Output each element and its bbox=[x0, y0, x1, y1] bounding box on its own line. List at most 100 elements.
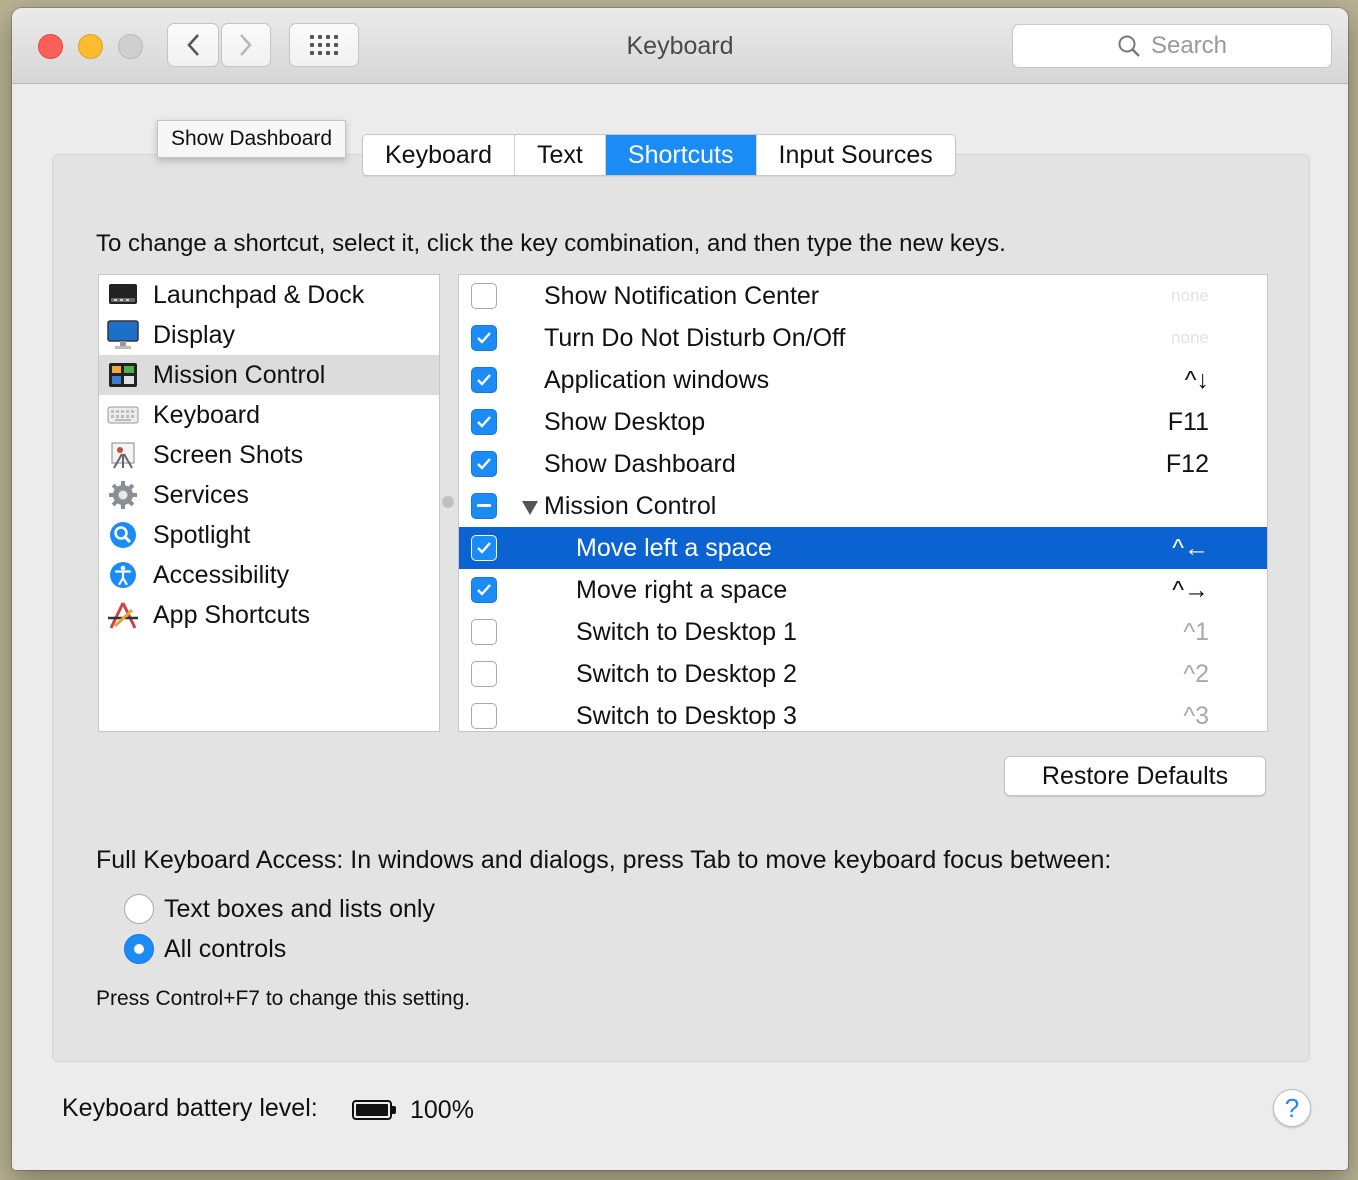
shortcut-category-list: Launchpad & Dock Display Mission Control… bbox=[98, 274, 440, 732]
battery-level-label: Keyboard battery level: bbox=[62, 1094, 318, 1122]
shortcut-key[interactable]: ^→ bbox=[1172, 576, 1209, 605]
category-launchpad-dock[interactable]: Launchpad & Dock bbox=[99, 275, 439, 315]
tab-keyboard[interactable]: Keyboard bbox=[363, 135, 516, 175]
search-field[interactable]: Search bbox=[1012, 24, 1332, 68]
shortcut-checkbox[interactable] bbox=[471, 367, 497, 393]
checkmark-icon bbox=[477, 374, 491, 386]
services-gear-icon bbox=[107, 479, 139, 511]
shortcut-label: Move left a space bbox=[576, 533, 772, 562]
shortcut-checkbox[interactable] bbox=[471, 283, 497, 309]
category-label: Screen Shots bbox=[153, 440, 304, 469]
shortcut-row-selected[interactable]: Move left a space ^← bbox=[459, 527, 1267, 569]
shortcut-key[interactable]: F12 bbox=[1166, 450, 1209, 479]
shortcut-checkbox[interactable] bbox=[471, 535, 497, 561]
category-label: Launchpad & Dock bbox=[153, 280, 365, 309]
shortcut-group-row[interactable]: Mission Control bbox=[459, 485, 1267, 527]
category-spotlight[interactable]: Spotlight bbox=[99, 515, 439, 555]
shortcut-row[interactable]: Switch to Desktop 3 ^3 bbox=[459, 695, 1267, 731]
help-button[interactable]: ? bbox=[1273, 1089, 1311, 1127]
category-label: Spotlight bbox=[153, 520, 251, 549]
tab-shortcuts[interactable]: Shortcuts bbox=[605, 135, 757, 175]
shortcut-label: Move right a space bbox=[576, 575, 788, 604]
checkmark-icon bbox=[477, 542, 491, 554]
shortcut-row[interactable]: Turn Do Not Disturb On/Off none bbox=[459, 317, 1267, 359]
category-label: Services bbox=[153, 480, 249, 509]
category-label: Display bbox=[153, 320, 235, 349]
battery-terminal bbox=[392, 1106, 396, 1114]
battery-icon bbox=[352, 1100, 392, 1120]
shortcut-label: Show Notification Center bbox=[544, 281, 820, 310]
restore-defaults-button[interactable]: Restore Defaults bbox=[1004, 756, 1266, 796]
shortcut-label: Switch to Desktop 1 bbox=[576, 617, 797, 646]
instruction-text: To change a shortcut, select it, click t… bbox=[96, 230, 1006, 257]
radio-label: Text boxes and lists only bbox=[164, 894, 435, 923]
accessibility-icon bbox=[107, 559, 139, 591]
full-keyboard-access-note: Press Control+F7 to change this setting. bbox=[96, 987, 471, 1010]
spotlight-icon bbox=[107, 519, 139, 551]
shortcut-key[interactable]: none bbox=[1171, 286, 1209, 306]
search-placeholder: Search bbox=[1150, 32, 1228, 59]
shortcut-checkbox[interactable] bbox=[471, 703, 497, 729]
keyboard-preferences-window: Keyboard Search Show Dashboard Keyboard … bbox=[12, 8, 1348, 1170]
mission-control-icon bbox=[107, 359, 139, 391]
shortcut-checkbox[interactable] bbox=[471, 451, 497, 477]
shortcut-label: Application windows bbox=[544, 365, 770, 394]
checkmark-icon bbox=[477, 584, 491, 596]
shortcut-row[interactable]: Show Desktop F11 bbox=[459, 401, 1267, 443]
category-label: Keyboard bbox=[153, 400, 261, 429]
category-label: Accessibility bbox=[153, 560, 290, 589]
split-view-divider[interactable] bbox=[442, 496, 454, 508]
category-accessibility[interactable]: Accessibility bbox=[99, 555, 439, 595]
shortcut-key[interactable]: ^1 bbox=[1183, 618, 1209, 647]
radio-all-controls[interactable]: All controls bbox=[124, 934, 286, 964]
shortcut-row[interactable]: Switch to Desktop 2 ^2 bbox=[459, 653, 1267, 695]
radio-button[interactable] bbox=[124, 894, 154, 924]
shortcut-key[interactable]: F11 bbox=[1168, 408, 1209, 437]
shortcut-checkbox[interactable] bbox=[471, 619, 497, 645]
shortcut-label: Switch to Desktop 2 bbox=[576, 659, 797, 688]
category-services[interactable]: Services bbox=[99, 475, 439, 515]
tab-input-sources[interactable]: Input Sources bbox=[756, 135, 955, 175]
shortcut-key[interactable]: none bbox=[1171, 328, 1209, 348]
shortcut-checkbox[interactable] bbox=[471, 577, 497, 603]
shortcut-group-label: Mission Control bbox=[544, 491, 717, 520]
shortcut-row[interactable]: Switch to Desktop 1 ^1 bbox=[459, 611, 1267, 653]
shortcut-row[interactable]: Move right a space ^→ bbox=[459, 569, 1267, 611]
category-label: Mission Control bbox=[153, 360, 326, 389]
shortcut-label: Show Desktop bbox=[544, 407, 706, 436]
shortcut-checkbox[interactable] bbox=[471, 325, 497, 351]
shortcut-checkbox[interactable] bbox=[471, 661, 497, 687]
tab-text[interactable]: Text bbox=[515, 135, 606, 175]
radio-text-boxes-and-lists[interactable]: Text boxes and lists only bbox=[124, 894, 435, 924]
disclosure-triangle-icon[interactable] bbox=[522, 501, 538, 515]
app-shortcuts-icon bbox=[107, 599, 139, 631]
shortcut-key[interactable]: ^↓ bbox=[1185, 366, 1209, 395]
shortcut-list: Show Notification Center none Turn Do No… bbox=[458, 274, 1268, 732]
radio-button-selected[interactable] bbox=[124, 934, 154, 964]
tooltip: Show Dashboard bbox=[157, 120, 347, 158]
category-keyboard[interactable]: Keyboard bbox=[99, 395, 439, 435]
checkmark-icon bbox=[477, 332, 491, 344]
shortcut-row[interactable]: Show Dashboard F12 bbox=[459, 443, 1267, 485]
screen-shots-icon bbox=[107, 439, 139, 471]
shortcut-key[interactable]: ^2 bbox=[1183, 660, 1209, 689]
shortcut-group-checkbox[interactable] bbox=[471, 493, 497, 519]
category-app-shortcuts[interactable]: App Shortcuts bbox=[99, 595, 439, 635]
shortcut-checkbox[interactable] bbox=[471, 409, 497, 435]
display-icon bbox=[107, 319, 139, 351]
category-screen-shots[interactable]: Screen Shots bbox=[99, 435, 439, 475]
shortcut-label: Switch to Desktop 3 bbox=[576, 701, 797, 730]
shortcut-label: Turn Do Not Disturb On/Off bbox=[544, 323, 846, 352]
shortcut-row[interactable]: Show Notification Center none bbox=[459, 275, 1267, 317]
title-bar: Keyboard Search bbox=[12, 8, 1348, 84]
radio-label: All controls bbox=[164, 934, 287, 963]
launchpad-dock-icon bbox=[107, 279, 139, 311]
search-icon bbox=[1118, 35, 1140, 57]
checkmark-icon bbox=[477, 416, 491, 428]
category-display[interactable]: Display bbox=[99, 315, 439, 355]
shortcut-key[interactable]: ^3 bbox=[1183, 702, 1209, 731]
shortcut-key[interactable]: ^← bbox=[1172, 534, 1209, 563]
shortcut-row[interactable]: Application windows ^↓ bbox=[459, 359, 1267, 401]
checkmark-icon bbox=[477, 458, 491, 470]
category-mission-control[interactable]: Mission Control bbox=[99, 355, 439, 395]
